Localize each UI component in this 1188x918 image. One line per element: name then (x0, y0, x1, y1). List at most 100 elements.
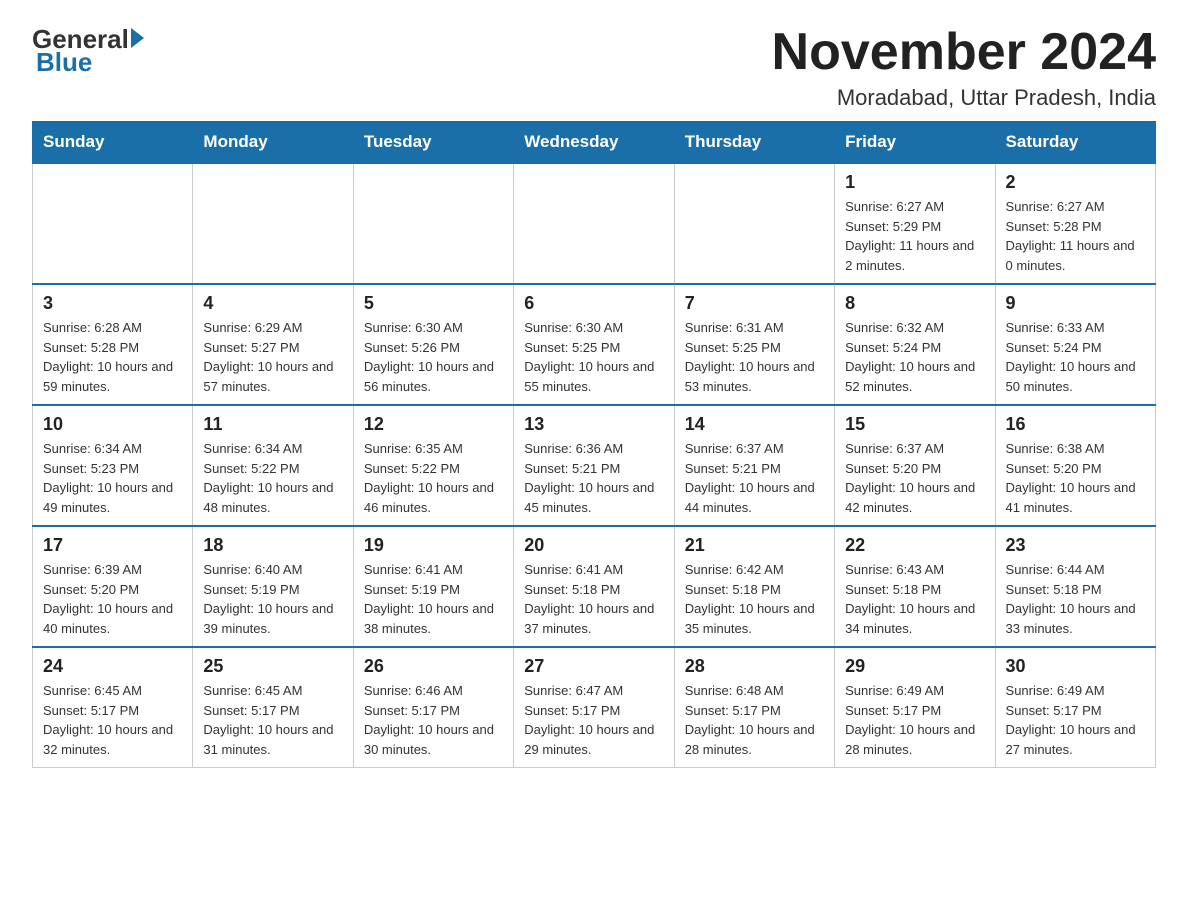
day-number: 11 (203, 414, 342, 435)
day-number: 6 (524, 293, 663, 314)
day-info: Sunrise: 6:32 AMSunset: 5:24 PMDaylight:… (845, 318, 984, 396)
day-number: 3 (43, 293, 182, 314)
calendar-cell: 9Sunrise: 6:33 AMSunset: 5:24 PMDaylight… (995, 284, 1155, 405)
calendar-cell (193, 163, 353, 284)
weekday-header-saturday: Saturday (995, 122, 1155, 164)
week-row-3: 10 Sunrise: 6:34 AMSunset: 5:23 PMDayligh… (33, 405, 1156, 526)
calendar-cell: 19Sunrise: 6:41 AMSunset: 5:19 PMDayligh… (353, 526, 513, 647)
day-info: Sunrise: 6:45 AMSunset: 5:17 PMDaylight:… (203, 681, 342, 759)
day-info: Sunrise: 6:40 AMSunset: 5:19 PMDaylight:… (203, 560, 342, 638)
day-info: Sunrise: 6:35 AMSunset: 5:22 PMDaylight:… (364, 439, 503, 517)
week-row-2: 3 Sunrise: 6:28 AMSunset: 5:28 PMDaylight… (33, 284, 1156, 405)
day-info: Sunrise: 6:29 AMSunset: 5:27 PMDaylight:… (203, 318, 342, 396)
day-number: 23 (1006, 535, 1145, 556)
day-info: Sunrise: 6:31 AMSunset: 5:25 PMDaylight:… (685, 318, 824, 396)
calendar-cell: 28 Sunrise: 6:48 AMSunset: 5:17 PMDayligh… (674, 647, 834, 768)
day-info: Sunrise: 6:28 AMSunset: 5:28 PMDaylight:… (43, 318, 182, 396)
calendar-cell: 10 Sunrise: 6:34 AMSunset: 5:23 PMDayligh… (33, 405, 193, 526)
day-number: 1 (845, 172, 984, 193)
day-info: Sunrise: 6:43 AMSunset: 5:18 PMDaylight:… (845, 560, 984, 638)
calendar-cell (514, 163, 674, 284)
day-number: 5 (364, 293, 503, 314)
calendar-cell: 6Sunrise: 6:30 AMSunset: 5:25 PMDaylight… (514, 284, 674, 405)
day-number: 26 (364, 656, 503, 677)
page-header: General Blue November 2024 Moradabad, Ut… (32, 24, 1156, 111)
week-row-5: 24 Sunrise: 6:45 AMSunset: 5:17 PMDayligh… (33, 647, 1156, 768)
day-number: 24 (43, 656, 182, 677)
day-info: Sunrise: 6:39 AMSunset: 5:20 PMDaylight:… (43, 560, 182, 638)
day-info: Sunrise: 6:38 AMSunset: 5:20 PMDaylight:… (1006, 439, 1145, 517)
day-info: Sunrise: 6:46 AMSunset: 5:17 PMDaylight:… (364, 681, 503, 759)
day-info: Sunrise: 6:49 AMSunset: 5:17 PMDaylight:… (1006, 681, 1145, 759)
day-number: 10 (43, 414, 182, 435)
day-info: Sunrise: 6:44 AMSunset: 5:18 PMDaylight:… (1006, 560, 1145, 638)
day-number: 29 (845, 656, 984, 677)
calendar-cell: 2 Sunrise: 6:27 AMSunset: 5:28 PMDaylight… (995, 163, 1155, 284)
day-number: 4 (203, 293, 342, 314)
title-block: November 2024 Moradabad, Uttar Pradesh, … (772, 24, 1156, 111)
calendar-cell: 21 Sunrise: 6:42 AMSunset: 5:18 PMDayligh… (674, 526, 834, 647)
week-row-1: 1 Sunrise: 6:27 AMSunset: 5:29 PMDaylight… (33, 163, 1156, 284)
month-title: November 2024 (772, 24, 1156, 81)
weekday-header-tuesday: Tuesday (353, 122, 513, 164)
calendar-cell: 17 Sunrise: 6:39 AMSunset: 5:20 PMDayligh… (33, 526, 193, 647)
calendar-cell: 29 Sunrise: 6:49 AMSunset: 5:17 PMDayligh… (835, 647, 995, 768)
day-info: Sunrise: 6:34 AMSunset: 5:22 PMDaylight:… (203, 439, 342, 517)
weekday-header-sunday: Sunday (33, 122, 193, 164)
day-info: Sunrise: 6:42 AMSunset: 5:18 PMDaylight:… (685, 560, 824, 638)
day-info: Sunrise: 6:34 AMSunset: 5:23 PMDaylight:… (43, 439, 182, 517)
day-number: 22 (845, 535, 984, 556)
logo-triangle-icon (131, 28, 144, 48)
calendar-cell (674, 163, 834, 284)
location-title: Moradabad, Uttar Pradesh, India (772, 85, 1156, 111)
day-number: 16 (1006, 414, 1145, 435)
calendar-cell: 26 Sunrise: 6:46 AMSunset: 5:17 PMDayligh… (353, 647, 513, 768)
week-row-4: 17 Sunrise: 6:39 AMSunset: 5:20 PMDayligh… (33, 526, 1156, 647)
day-info: Sunrise: 6:47 AMSunset: 5:17 PMDaylight:… (524, 681, 663, 759)
day-number: 15 (845, 414, 984, 435)
calendar-cell: 3 Sunrise: 6:28 AMSunset: 5:28 PMDaylight… (33, 284, 193, 405)
calendar-cell: 24 Sunrise: 6:45 AMSunset: 5:17 PMDayligh… (33, 647, 193, 768)
calendar-cell: 18Sunrise: 6:40 AMSunset: 5:19 PMDayligh… (193, 526, 353, 647)
calendar-cell: 12 Sunrise: 6:35 AMSunset: 5:22 PMDayligh… (353, 405, 513, 526)
calendar-cell: 20Sunrise: 6:41 AMSunset: 5:18 PMDayligh… (514, 526, 674, 647)
day-number: 30 (1006, 656, 1145, 677)
day-info: Sunrise: 6:36 AMSunset: 5:21 PMDaylight:… (524, 439, 663, 517)
day-info: Sunrise: 6:49 AMSunset: 5:17 PMDaylight:… (845, 681, 984, 759)
calendar-cell: 5 Sunrise: 6:30 AMSunset: 5:26 PMDaylight… (353, 284, 513, 405)
day-number: 28 (685, 656, 824, 677)
calendar-cell (353, 163, 513, 284)
weekday-header-friday: Friday (835, 122, 995, 164)
calendar-table: SundayMondayTuesdayWednesdayThursdayFrid… (32, 121, 1156, 768)
day-number: 7 (685, 293, 824, 314)
day-info: Sunrise: 6:48 AMSunset: 5:17 PMDaylight:… (685, 681, 824, 759)
day-number: 17 (43, 535, 182, 556)
day-info: Sunrise: 6:27 AMSunset: 5:28 PMDaylight:… (1006, 197, 1145, 275)
day-number: 14 (685, 414, 824, 435)
day-info: Sunrise: 6:41 AMSunset: 5:19 PMDaylight:… (364, 560, 503, 638)
calendar-cell: 23 Sunrise: 6:44 AMSunset: 5:18 PMDayligh… (995, 526, 1155, 647)
calendar-cell: 25Sunrise: 6:45 AMSunset: 5:17 PMDayligh… (193, 647, 353, 768)
day-number: 12 (364, 414, 503, 435)
day-info: Sunrise: 6:33 AMSunset: 5:24 PMDaylight:… (1006, 318, 1145, 396)
calendar-cell: 4 Sunrise: 6:29 AMSunset: 5:27 PMDaylight… (193, 284, 353, 405)
day-number: 27 (524, 656, 663, 677)
day-number: 21 (685, 535, 824, 556)
day-info: Sunrise: 6:27 AMSunset: 5:29 PMDaylight:… (845, 197, 984, 275)
calendar-cell: 11 Sunrise: 6:34 AMSunset: 5:22 PMDayligh… (193, 405, 353, 526)
calendar-cell: 13 Sunrise: 6:36 AMSunset: 5:21 PMDayligh… (514, 405, 674, 526)
day-number: 13 (524, 414, 663, 435)
logo: General Blue (32, 24, 144, 78)
calendar-header-row: SundayMondayTuesdayWednesdayThursdayFrid… (33, 122, 1156, 164)
day-info: Sunrise: 6:30 AMSunset: 5:26 PMDaylight:… (364, 318, 503, 396)
calendar-cell: 16 Sunrise: 6:38 AMSunset: 5:20 PMDayligh… (995, 405, 1155, 526)
day-info: Sunrise: 6:37 AMSunset: 5:20 PMDaylight:… (845, 439, 984, 517)
calendar-cell: 30 Sunrise: 6:49 AMSunset: 5:17 PMDayligh… (995, 647, 1155, 768)
day-info: Sunrise: 6:45 AMSunset: 5:17 PMDaylight:… (43, 681, 182, 759)
calendar-cell: 14Sunrise: 6:37 AMSunset: 5:21 PMDayligh… (674, 405, 834, 526)
day-number: 2 (1006, 172, 1145, 193)
day-number: 8 (845, 293, 984, 314)
calendar-cell (33, 163, 193, 284)
calendar-cell: 15 Sunrise: 6:37 AMSunset: 5:20 PMDayligh… (835, 405, 995, 526)
calendar-cell: 8 Sunrise: 6:32 AMSunset: 5:24 PMDaylight… (835, 284, 995, 405)
